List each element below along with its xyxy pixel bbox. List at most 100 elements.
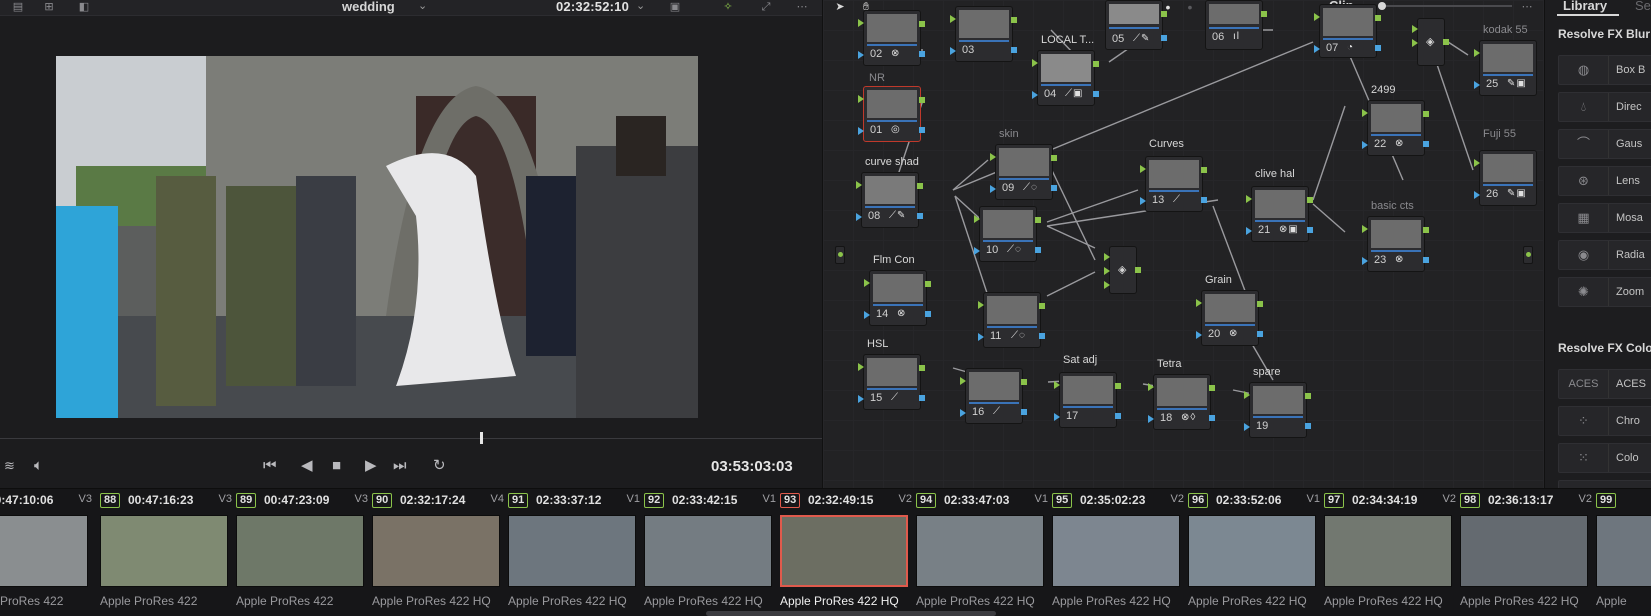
node-10[interactable]: 10 ⟋◌ [974, 206, 1041, 262]
clip-thumbnail[interactable]: 98 02:36:13:17 V2 Apple ProRes 422 HQ [1460, 489, 1596, 616]
clip-thumbnail[interactable]: 97 02:34:34:19 V2 Apple ProRes 422 HQ [1324, 489, 1460, 616]
node-26[interactable]: 26 ✎▣ [1474, 150, 1537, 206]
play-icon[interactable]: ▶︎ [365, 457, 377, 475]
node-label: LOCAL T... [1041, 34, 1095, 46]
library-panel: Library Se Resolve FX Blur ◍ Box B 💧︎ Dire… [1544, 0, 1651, 488]
pointer-icon[interactable]: ➤ [833, 1, 847, 14]
node-20[interactable]: 20 ⊗ [1196, 290, 1263, 346]
skip-start-icon[interactable]: ⏮︎ [263, 457, 277, 475]
node-14[interactable]: 14 ⊗ [864, 270, 931, 326]
node-05[interactable]: 05 ⟋✎ [1105, 0, 1167, 50]
node-25[interactable]: 25 ✎▣ [1474, 40, 1537, 96]
node-label: Sat adj [1063, 354, 1098, 366]
zoom-slider[interactable] [1382, 5, 1512, 7]
node-09[interactable]: 09 ⟋◌ [990, 144, 1057, 200]
tab-settings[interactable]: Se [1635, 0, 1651, 13]
clip-thumbnail[interactable]: 96 02:33:52:06 V1 Apple ProRes 422 HQ [1188, 489, 1324, 616]
layers-icon[interactable]: ≋ [4, 457, 15, 475]
node-21[interactable]: 21 ⊗▣ [1246, 186, 1313, 242]
fx-item[interactable]: ACES ACES [1558, 369, 1651, 399]
playback-timecode: 03:53:03:03 [711, 458, 793, 475]
node-output[interactable] [1523, 246, 1533, 264]
fx-item[interactable] [1558, 480, 1651, 488]
layer-mixer-node[interactable]: ◈ [1104, 246, 1141, 294]
strip-scrollbar[interactable] [706, 611, 996, 616]
node-06[interactable]: 06 ıl [1205, 0, 1267, 50]
clip-thumbnail[interactable]: 88 00:47:16:23 V3 Apple ProRes 422 [100, 489, 236, 616]
layers-icon[interactable]: ▤ [10, 1, 26, 14]
split-view-icon[interactable]: ◧ [76, 1, 92, 14]
clip-thumbnail[interactable]: 89 00:47:23:09 V3 Apple ProRes 422 [236, 489, 372, 616]
clip-thumbnail[interactable]: 94 02:33:47:03 V1 Apple ProRes 422 HQ [916, 489, 1052, 616]
hdr-icon[interactable]: ▣ [664, 1, 686, 14]
page-dot-icon[interactable]: • [1185, 0, 1195, 14]
mosaic-icon: ▦ [1559, 204, 1609, 232]
volume-icon[interactable]: 🔈︎ [34, 457, 43, 475]
node-15[interactable]: 15 ⟋ [858, 354, 925, 410]
node-input[interactable] [835, 246, 845, 264]
node-13[interactable]: 13 ⟋ [1140, 156, 1207, 212]
node-label: 2499 [1371, 84, 1396, 96]
node-19[interactable]: 19 [1244, 382, 1311, 438]
tab-library[interactable]: Library [1563, 0, 1607, 13]
clip-thumbnail[interactable]: 99 Apple [1596, 489, 1651, 616]
more-icon[interactable]: ⋯ [1517, 1, 1537, 14]
step-back-icon[interactable]: ◀︎ [301, 457, 313, 475]
fx-item[interactable]: ✺ Zoom [1558, 277, 1651, 307]
node-label: spare [1253, 366, 1281, 378]
chevron-down-icon[interactable]: ⌄ [418, 0, 427, 12]
node-label: NR [869, 72, 885, 84]
node-04[interactable]: 04 ⟋▣ [1032, 50, 1099, 106]
stop-icon[interactable]: ■ [332, 457, 341, 475]
zoom-icon: ✺ [1559, 278, 1609, 306]
clip-thumbnail[interactable]: 95 02:35:02:23 V2 Apple ProRes 422 HQ [1052, 489, 1188, 616]
clip-thumbnail[interactable]: 00:47:10:06V3 ProRes 422 [0, 489, 96, 616]
playhead[interactable] [480, 432, 483, 444]
node-11[interactable]: 11 ⟋◌ [978, 292, 1045, 348]
node-toolbar: ➤ ✋︎ • • Clip ⌄ ⋯ [823, 0, 1544, 14]
fx-item[interactable]: ⁘ Chro [1558, 406, 1651, 436]
timeline-scrubber[interactable] [0, 438, 822, 442]
fx-item[interactable]: ⌒ Gaus [1558, 129, 1651, 159]
lens-icon: ⊛ [1559, 167, 1609, 195]
clip-thumbnail-selected[interactable]: 93 02:32:49:15 V2 Apple ProRes 422 HQ [780, 489, 916, 616]
loop-icon[interactable]: ↻ [433, 457, 446, 475]
clip-name[interactable]: wedding [342, 0, 395, 14]
library-tabs: Library Se [1545, 0, 1651, 16]
magic-icon[interactable]: ✧ [720, 1, 736, 14]
node-18[interactable]: 18 ⊗◊ [1148, 374, 1215, 430]
clip-thumbnail[interactable]: 92 02:33:42:15 V1 Apple ProRes 422 HQ [644, 489, 780, 616]
grid-view-icon[interactable]: ⊞ [40, 1, 58, 14]
layer-mixer-node[interactable]: ◈ [1412, 18, 1449, 66]
node-label: Grain [1205, 274, 1232, 286]
gaussian-icon: ⌒ [1559, 130, 1609, 158]
skip-end-icon[interactable]: ⏭︎ [393, 457, 407, 475]
node-editor[interactable]: ➤ ✋︎ • • Clip ⌄ ⋯ 02⊗ 03 LOCAL T... 04⟋▣… [822, 0, 1544, 488]
node-03[interactable]: 03 [950, 6, 1017, 62]
clip-thumbnail[interactable]: 91 02:33:37:12 V1 Apple ProRes 422 HQ [508, 489, 644, 616]
fx-item[interactable]: ◍ Box B [1558, 55, 1651, 85]
node-label: basic cts [1371, 200, 1414, 212]
node-label: Tetra [1157, 358, 1182, 370]
node-01[interactable]: 01 ◎ [858, 86, 925, 142]
clip-thumbnail[interactable]: 90 02:32:17:24 V4 Apple ProRes 422 HQ [372, 489, 508, 616]
node-label: HSL [867, 338, 889, 350]
fx-item[interactable]: 💧︎ Direc [1558, 92, 1651, 122]
chevron-down-icon[interactable]: ⌄ [636, 0, 645, 12]
node-16[interactable]: 16 ⟋ [960, 368, 1027, 424]
fx-item[interactable]: ⁙ Colo [1558, 443, 1651, 473]
zoom-slider-knob[interactable] [1378, 2, 1386, 10]
node-02[interactable]: 02 ⊗ [858, 10, 925, 66]
fx-item[interactable]: ⊛ Lens [1558, 166, 1651, 196]
node-23[interactable]: 23 ⊗ [1362, 216, 1429, 272]
fullscreen-icon[interactable]: ⤢ [758, 1, 774, 14]
node-label: curve shad [865, 156, 919, 168]
node-07[interactable]: 07 ◔ [1314, 4, 1381, 58]
fx-item[interactable]: ◉ Radia [1558, 240, 1651, 270]
viewer-panel: ▤ ⊞ ◧ wedding ⌄ 02:32:52:10 ⌄ ▣ ✧ ⤢ ⋯ ≋ … [0, 0, 822, 488]
node-22[interactable]: 22 ⊗ [1362, 100, 1429, 156]
fx-item[interactable]: ▦ Mosa [1558, 203, 1651, 233]
node-08[interactable]: 08 ⟋✎ [856, 172, 923, 228]
more-icon[interactable]: ⋯ [792, 1, 812, 14]
node-17[interactable]: 17 [1054, 372, 1121, 428]
